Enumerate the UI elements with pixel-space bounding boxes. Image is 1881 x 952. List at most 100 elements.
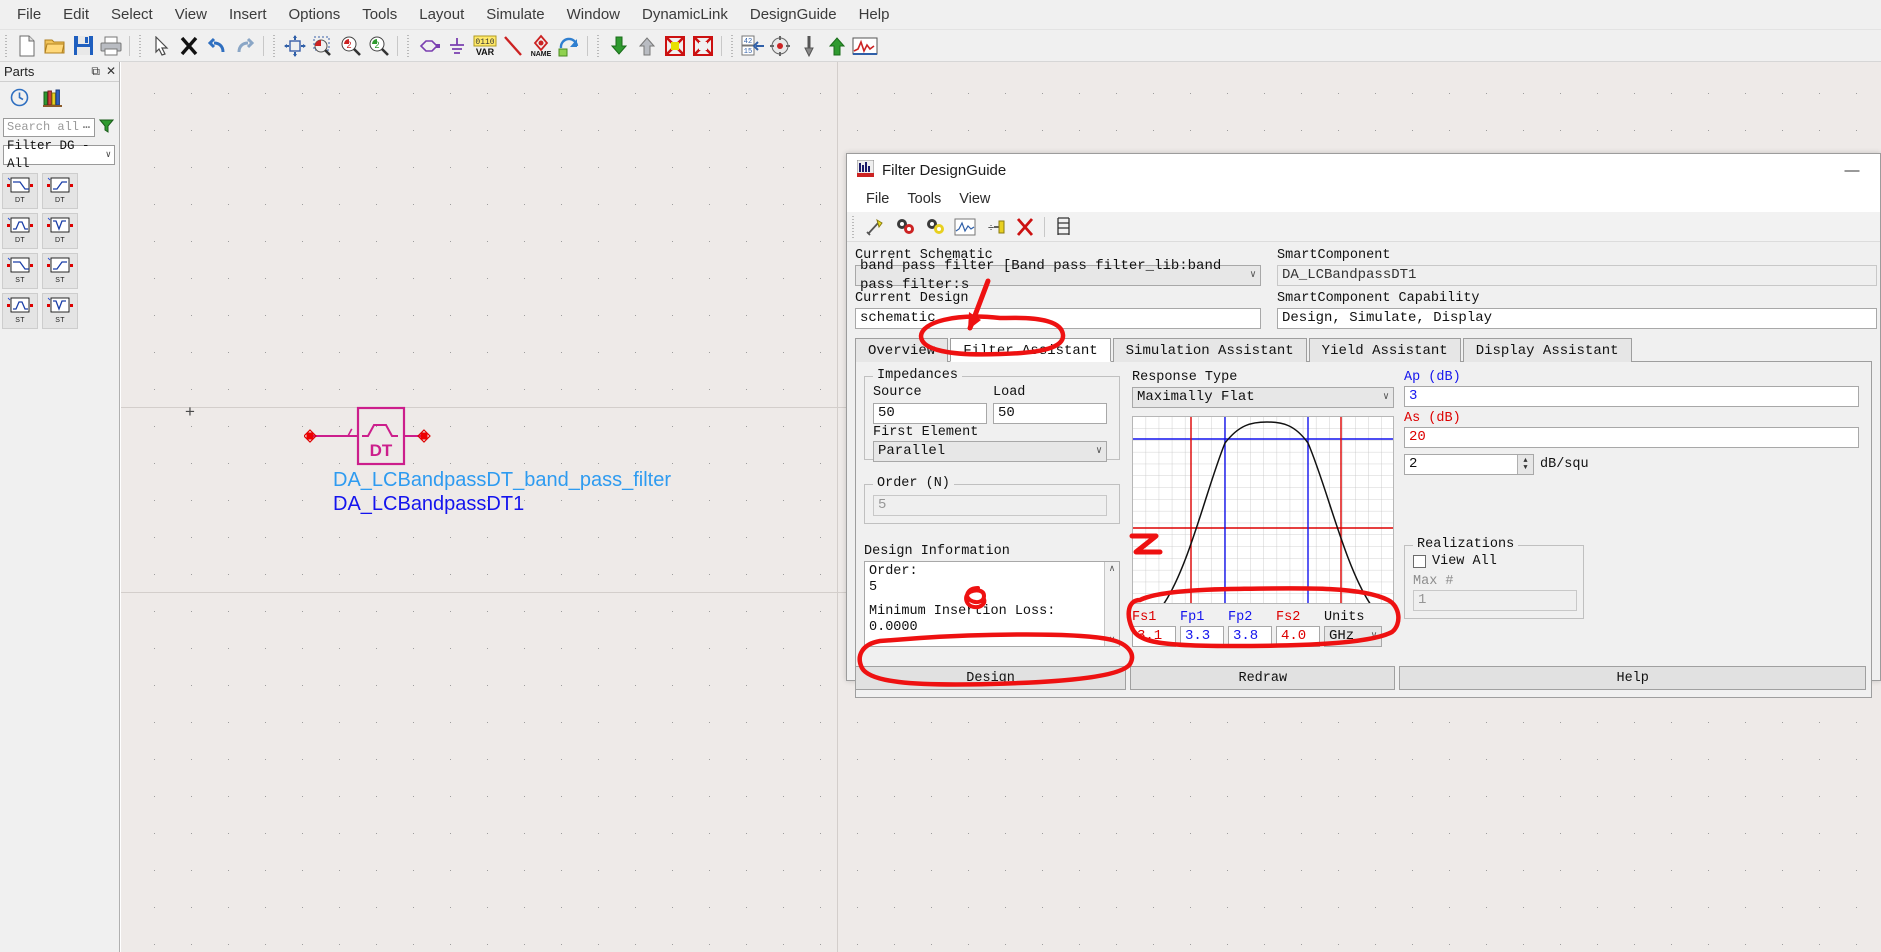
simulate-icon[interactable] — [852, 33, 878, 59]
spinner-arrows-icon[interactable]: ▲ ▼ — [1517, 455, 1533, 474]
current-design-input[interactable]: schematic — [855, 308, 1261, 329]
symbol-instance-label[interactable]: DA_LCBandpassDT1 — [333, 493, 524, 516]
part-item-2[interactable]: DT — [2, 213, 38, 249]
help-button[interactable]: Help — [1399, 666, 1866, 690]
slope-stepper[interactable]: 2 ▲ ▼ — [1404, 454, 1534, 475]
ground-icon[interactable] — [444, 33, 470, 59]
minimize-button[interactable]: — — [1838, 160, 1866, 180]
menu-view[interactable]: View — [164, 2, 218, 27]
tab-yield-assistant[interactable]: Yield Assistant — [1308, 338, 1461, 362]
view-all-checkbox[interactable] — [1413, 555, 1426, 568]
component-pin-icon[interactable] — [416, 33, 442, 59]
menu-insert[interactable]: Insert — [218, 2, 278, 27]
menu-dynamiclink[interactable]: DynamicLink — [631, 2, 739, 27]
rotate-icon[interactable] — [556, 33, 582, 59]
delete-x-icon[interactable] — [176, 33, 202, 59]
open-folder-icon[interactable] — [42, 33, 68, 59]
toolbar-grip[interactable] — [4, 34, 10, 57]
toolbar-grip-3[interactable] — [272, 34, 278, 57]
var-icon[interactable]: 0110 VAR — [472, 33, 498, 59]
restore-icon[interactable]: ⧉ — [91, 64, 100, 78]
tab-overview[interactable]: Overview — [855, 338, 949, 362]
menu-tools[interactable]: Tools — [351, 2, 408, 27]
search-input[interactable]: Search all ⋯ — [3, 118, 95, 137]
current-schematic-select[interactable]: band pass filter [Band pass filter_lib:b… — [855, 258, 1261, 293]
first-element-select[interactable]: Parallel ∨ — [873, 441, 1107, 462]
divide-icon[interactable]: ÷ — [981, 215, 1009, 239]
tune-icon[interactable]: 42 15 — [740, 33, 766, 59]
design-information-textarea[interactable]: Order: 5 Minimum Insertion Loss: 0.0000 … — [864, 561, 1120, 647]
pop-out-icon[interactable] — [634, 33, 660, 59]
as-input[interactable]: 20 — [1404, 427, 1859, 448]
delete-red-x-icon[interactable] — [1011, 215, 1039, 239]
menu-simulate[interactable]: Simulate — [475, 2, 555, 27]
activate-icon[interactable] — [690, 33, 716, 59]
parts-category-select[interactable]: Filter DG - All ∨ — [3, 139, 115, 171]
sim-gears-yellow-icon[interactable] — [921, 215, 949, 239]
menu-file[interactable]: File — [6, 2, 52, 27]
funnel-icon[interactable] — [98, 118, 115, 137]
optimize-icon[interactable] — [768, 33, 794, 59]
dialog-titlebar[interactable]: Filter DesignGuide — — [847, 154, 1880, 186]
part-item-3[interactable]: DT — [42, 213, 78, 249]
zoom-fit-icon[interactable] — [282, 33, 308, 59]
menu-options[interactable]: Options — [278, 2, 352, 27]
scroll-up-arrow[interactable]: ∧ — [1105, 562, 1119, 575]
part-item-7[interactable]: ST — [42, 293, 78, 329]
units-select[interactable]: GHz ∨ — [1324, 626, 1382, 647]
zoom-in-icon[interactable]: 2 — [338, 33, 364, 59]
dialog-menu-file[interactable]: File — [857, 189, 898, 209]
toolbar-grip-5[interactable] — [596, 34, 602, 57]
symbol-type-label[interactable]: DA_LCBandpassDT_band_pass_filter — [333, 469, 671, 492]
zoom-out-icon[interactable]: 2 — [366, 33, 392, 59]
push-into-icon[interactable] — [606, 33, 632, 59]
design-wand-icon[interactable] — [861, 215, 889, 239]
toolbar-grip-4[interactable] — [406, 34, 412, 57]
search-ellipsis[interactable]: ⋯ — [83, 120, 90, 137]
design-button[interactable]: Design — [855, 666, 1127, 690]
chevron-down-icon[interactable]: ∨ — [1250, 266, 1256, 285]
fp2-input[interactable]: 3.8 — [1228, 626, 1272, 647]
design-information-scrollbar[interactable]: ∧ ∨ — [1104, 562, 1119, 646]
part-item-6[interactable]: ST — [2, 293, 38, 329]
select-arrow-icon[interactable] — [148, 33, 174, 59]
redraw-button[interactable]: Redraw — [1130, 666, 1396, 690]
chevron-down-icon[interactable]: ∨ — [1096, 442, 1102, 461]
wire-icon[interactable] — [500, 33, 526, 59]
table-icon[interactable] — [1050, 215, 1078, 239]
part-item-5[interactable]: ST — [42, 253, 78, 289]
menu-designguide[interactable]: DesignGuide — [739, 2, 848, 27]
dialog-menu-tools[interactable]: Tools — [898, 189, 950, 209]
name-icon[interactable]: NAME — [528, 33, 554, 59]
history-clock-icon[interactable] — [10, 88, 29, 110]
dialog-toolbar-grip[interactable] — [851, 215, 857, 238]
redo-icon[interactable] — [232, 33, 258, 59]
menu-select[interactable]: Select — [100, 2, 164, 27]
menu-edit[interactable]: Edit — [52, 2, 100, 27]
part-item-0[interactable]: DT — [2, 173, 38, 209]
menu-layout[interactable]: Layout — [408, 2, 475, 27]
view-all-row[interactable]: View All — [1413, 554, 1497, 569]
deactivate-icon[interactable] — [662, 33, 688, 59]
menu-window[interactable]: Window — [556, 2, 631, 27]
chevron-down-icon[interactable]: ∨ — [1383, 388, 1389, 407]
chevron-down-icon[interactable]: ∨ — [106, 146, 111, 164]
scroll-down-arrow[interactable]: ∨ — [1105, 633, 1119, 646]
zoom-area-icon[interactable] — [310, 33, 336, 59]
plot-icon[interactable] — [951, 215, 979, 239]
menu-help[interactable]: Help — [848, 2, 901, 27]
chevron-down-icon[interactable]: ∨ — [1371, 627, 1377, 646]
fs2-input[interactable]: 4.0 — [1276, 626, 1320, 647]
tab-display-assistant[interactable]: Display Assistant — [1462, 338, 1632, 362]
response-type-select[interactable]: Maximally Flat ∨ — [1132, 387, 1394, 408]
toolbar-grip-2[interactable] — [138, 34, 144, 57]
dialog-menu-view[interactable]: View — [950, 189, 999, 209]
fs1-input[interactable]: 3.1 — [1132, 626, 1176, 647]
library-icon[interactable] — [43, 88, 63, 110]
part-item-4[interactable]: ST — [2, 253, 38, 289]
save-icon[interactable] — [70, 33, 96, 59]
close-icon[interactable]: ✕ — [106, 64, 116, 78]
probe-icon[interactable] — [796, 33, 822, 59]
source-impedance-input[interactable]: 50 — [873, 403, 987, 424]
toolbar-grip-6[interactable] — [730, 34, 736, 57]
